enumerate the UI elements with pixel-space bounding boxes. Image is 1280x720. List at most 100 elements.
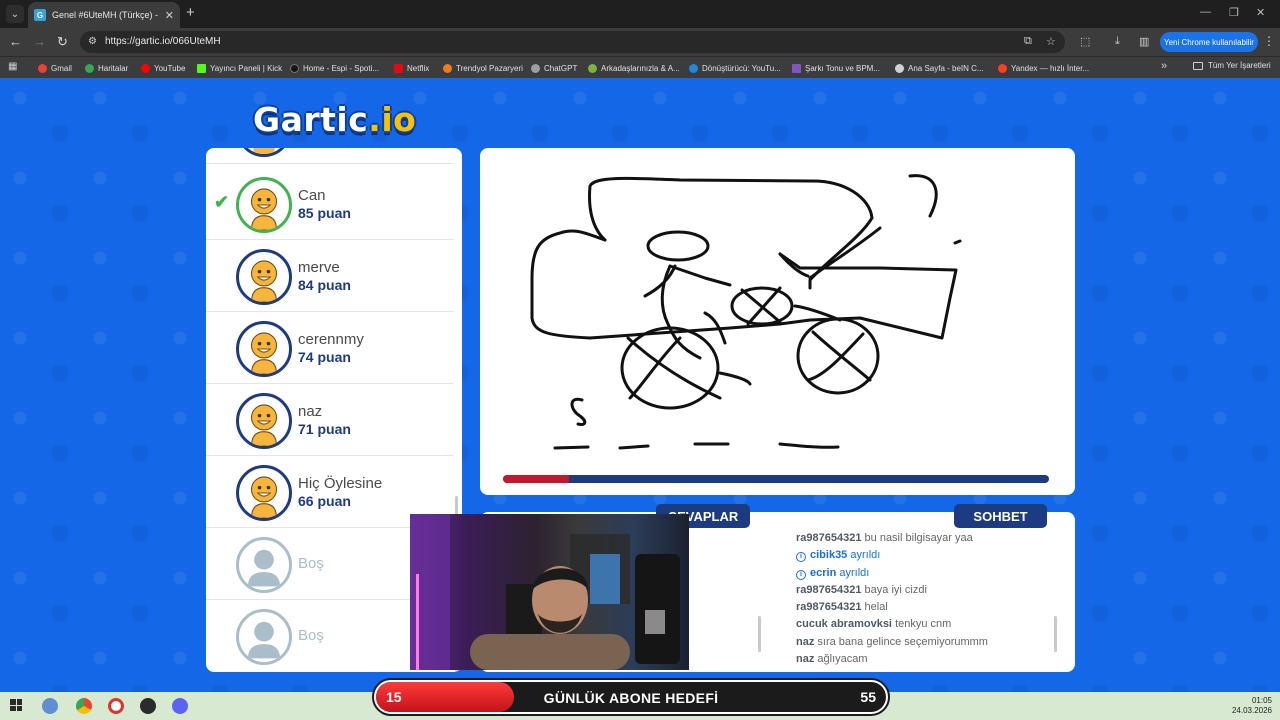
chat-tab[interactable]: SOHBET bbox=[954, 504, 1047, 528]
chat-message: ra987654321 helal bbox=[796, 601, 888, 614]
bookmark-netflix[interactable]: Netflix bbox=[394, 61, 429, 75]
folder-icon bbox=[1193, 61, 1203, 70]
bookmark-youtube[interactable]: YouTube bbox=[141, 61, 185, 75]
more-bookmarks-icon[interactable]: » bbox=[1161, 60, 1167, 72]
gmail-icon bbox=[38, 63, 47, 73]
chat-message: cucuk abramovksi tenkyu cnm bbox=[796, 618, 952, 631]
webcam-person-image bbox=[410, 514, 680, 670]
bookmark-song-key[interactable]: Şarkı Tonu ve BPM... bbox=[792, 61, 880, 75]
player-row: cerennmy 74 puan bbox=[206, 312, 454, 384]
bookmark-chatgpt[interactable]: ChatGPT bbox=[531, 61, 577, 75]
timer-fill bbox=[503, 475, 569, 483]
player-avatar bbox=[236, 393, 292, 449]
empty-avatar-icon bbox=[236, 609, 292, 665]
site-info-icon[interactable]: ⚙ bbox=[88, 36, 100, 48]
player-score: 85 puan bbox=[298, 205, 351, 221]
bookmark-gmail[interactable]: Gmail bbox=[38, 61, 72, 75]
bookmark-trendyol[interactable]: Trendyol Pazaryeri bbox=[443, 61, 523, 75]
cast-icon[interactable]: ⧉ bbox=[1024, 35, 1032, 48]
tab-search-button[interactable]: ⌄ bbox=[6, 5, 24, 23]
player-score: 66 puan bbox=[298, 493, 351, 509]
player-avatar bbox=[236, 465, 292, 521]
reload-icon[interactable]: ↻ bbox=[57, 34, 68, 50]
chrome-taskbar-icon[interactable] bbox=[76, 698, 92, 714]
player-row-partial bbox=[206, 148, 454, 164]
window-close-icon[interactable]: ✕ bbox=[1256, 6, 1265, 19]
player-name: merve bbox=[298, 259, 340, 276]
windows-start-icon[interactable] bbox=[10, 699, 22, 711]
player-score: 84 puan bbox=[298, 277, 351, 293]
browser-toolbar: ← → ↻ ⚙ https://gartic.io/066UteMH ⧉ ☆ ⬚… bbox=[0, 28, 1280, 56]
empty-slot-label: Boş bbox=[298, 555, 324, 572]
active-tab[interactable]: G Genel #6UteMH (Türkçe) - Gartic ✕ bbox=[28, 2, 180, 28]
goal-target-count: 55 bbox=[860, 689, 876, 705]
maps-icon bbox=[85, 63, 94, 73]
chat-message: ra987654321 baya iyi cizdi bbox=[796, 583, 927, 596]
discord-taskbar-icon[interactable] bbox=[172, 698, 188, 714]
player-name: Can bbox=[298, 187, 326, 204]
chat-list: ra987654321 bu nasil bilgisayar yaa i cib… bbox=[796, 532, 1058, 667]
bookmark-kick[interactable]: Yayıncı Paneli | Kick bbox=[197, 61, 282, 75]
system-clock[interactable]: 01:05 24.03.2026 bbox=[1232, 696, 1272, 716]
address-bar[interactable]: ⚙ https://gartic.io/066UteMH ⧉ ☆ bbox=[80, 31, 1065, 53]
trendyol-icon bbox=[443, 63, 452, 73]
opera-taskbar-icon[interactable] bbox=[108, 698, 124, 714]
bookmark-yandex[interactable]: Yandex — hızlı İnter... bbox=[998, 61, 1089, 75]
empty-slot-label: Boş bbox=[298, 627, 324, 644]
drawing-canvas[interactable] bbox=[480, 148, 1075, 495]
restore-icon[interactable]: ❐ bbox=[1229, 6, 1239, 19]
drawing-strokes bbox=[530, 174, 962, 450]
chrome-update-button[interactable]: Yeni Chrome kullanılabilir bbox=[1160, 32, 1258, 52]
trash-extension-icon[interactable]: ▥ bbox=[1139, 35, 1149, 48]
all-bookmarks-folder[interactable]: Tüm Yer İşaretleri bbox=[1193, 61, 1271, 70]
player-row: merve 84 puan bbox=[206, 240, 454, 312]
player-name: cerennmy bbox=[298, 331, 364, 348]
browser-tab-bar: ⌄ G Genel #6UteMH (Türkçe) - Gartic ✕ + … bbox=[0, 0, 1280, 28]
forward-icon[interactable]: → bbox=[33, 34, 46, 50]
bookmark-maps[interactable]: Haritalar bbox=[85, 61, 128, 75]
bookmark-bein[interactable]: Ana Sayfa - beIN C... bbox=[895, 61, 984, 75]
gartic-logo: Gartic.io bbox=[253, 100, 417, 139]
bookmark-converter[interactable]: Dönüştürücü: YouTu... bbox=[689, 61, 781, 75]
bein-icon bbox=[895, 63, 904, 73]
bookmark-star-icon[interactable]: ☆ bbox=[1046, 35, 1056, 48]
apps-grid-icon[interactable]: ▦ bbox=[8, 61, 17, 72]
bookmark-friends[interactable]: Arkadaşlarınızla & A... bbox=[588, 61, 680, 75]
extensions-icon[interactable]: ⬚ bbox=[1080, 35, 1090, 48]
answers-scrollbar[interactable] bbox=[758, 616, 761, 652]
converter-icon bbox=[689, 63, 698, 73]
player-score: 74 puan bbox=[298, 349, 351, 365]
new-tab-icon[interactable]: + bbox=[186, 5, 195, 21]
minimize-icon[interactable]: — bbox=[1200, 6, 1211, 18]
close-tab-icon[interactable]: ✕ bbox=[165, 9, 174, 22]
friends-icon bbox=[588, 63, 597, 73]
guessed-check-icon: ✔ bbox=[214, 192, 230, 212]
goal-label: GÜNLÜK ABONE HEDEFİ bbox=[543, 690, 719, 706]
yandex-icon bbox=[998, 63, 1007, 73]
menu-kebab-icon[interactable]: ⋮ bbox=[1263, 34, 1275, 48]
url-text[interactable]: https://gartic.io/066UteMH bbox=[105, 36, 221, 47]
bookmark-spotify[interactable]: Home - Espi - Spoti... bbox=[290, 61, 379, 75]
player-avatar bbox=[236, 321, 292, 377]
obs-taskbar-icon[interactable] bbox=[140, 698, 156, 714]
goal-track: 15 GÜNLÜK ABONE HEDEFİ 55 bbox=[376, 682, 886, 712]
song-key-icon bbox=[792, 63, 801, 73]
youtube-icon bbox=[141, 63, 150, 73]
info-icon: i bbox=[796, 552, 806, 563]
chatgpt-icon bbox=[531, 63, 540, 73]
kick-icon bbox=[197, 63, 206, 73]
chat-system-message: i ecrin ayrıldı bbox=[796, 567, 1058, 584]
taskbar-app-icon[interactable] bbox=[42, 698, 58, 714]
chat-system-message: i cibik35 ayrıldı bbox=[796, 549, 1058, 566]
player-avatar bbox=[236, 177, 292, 233]
back-icon[interactable]: ← bbox=[9, 34, 22, 50]
subscriber-goal-bar: 15 GÜNLÜK ABONE HEDEFİ 55 bbox=[372, 678, 890, 716]
spotify-icon bbox=[290, 63, 299, 73]
chat-scrollbar[interactable] bbox=[1054, 616, 1057, 652]
chat-message: ra987654321 bu nasil bilgisayar yaa bbox=[796, 532, 973, 544]
webcam-overlay bbox=[410, 514, 689, 670]
gartic-favicon-icon: G bbox=[34, 9, 46, 21]
bookmarks-bar: ▦ Gmail Haritalar YouTube Yayıncı Paneli… bbox=[0, 56, 1280, 78]
download-icon[interactable]: ⤓ bbox=[1115, 35, 1120, 48]
empty-avatar-icon bbox=[236, 537, 292, 593]
